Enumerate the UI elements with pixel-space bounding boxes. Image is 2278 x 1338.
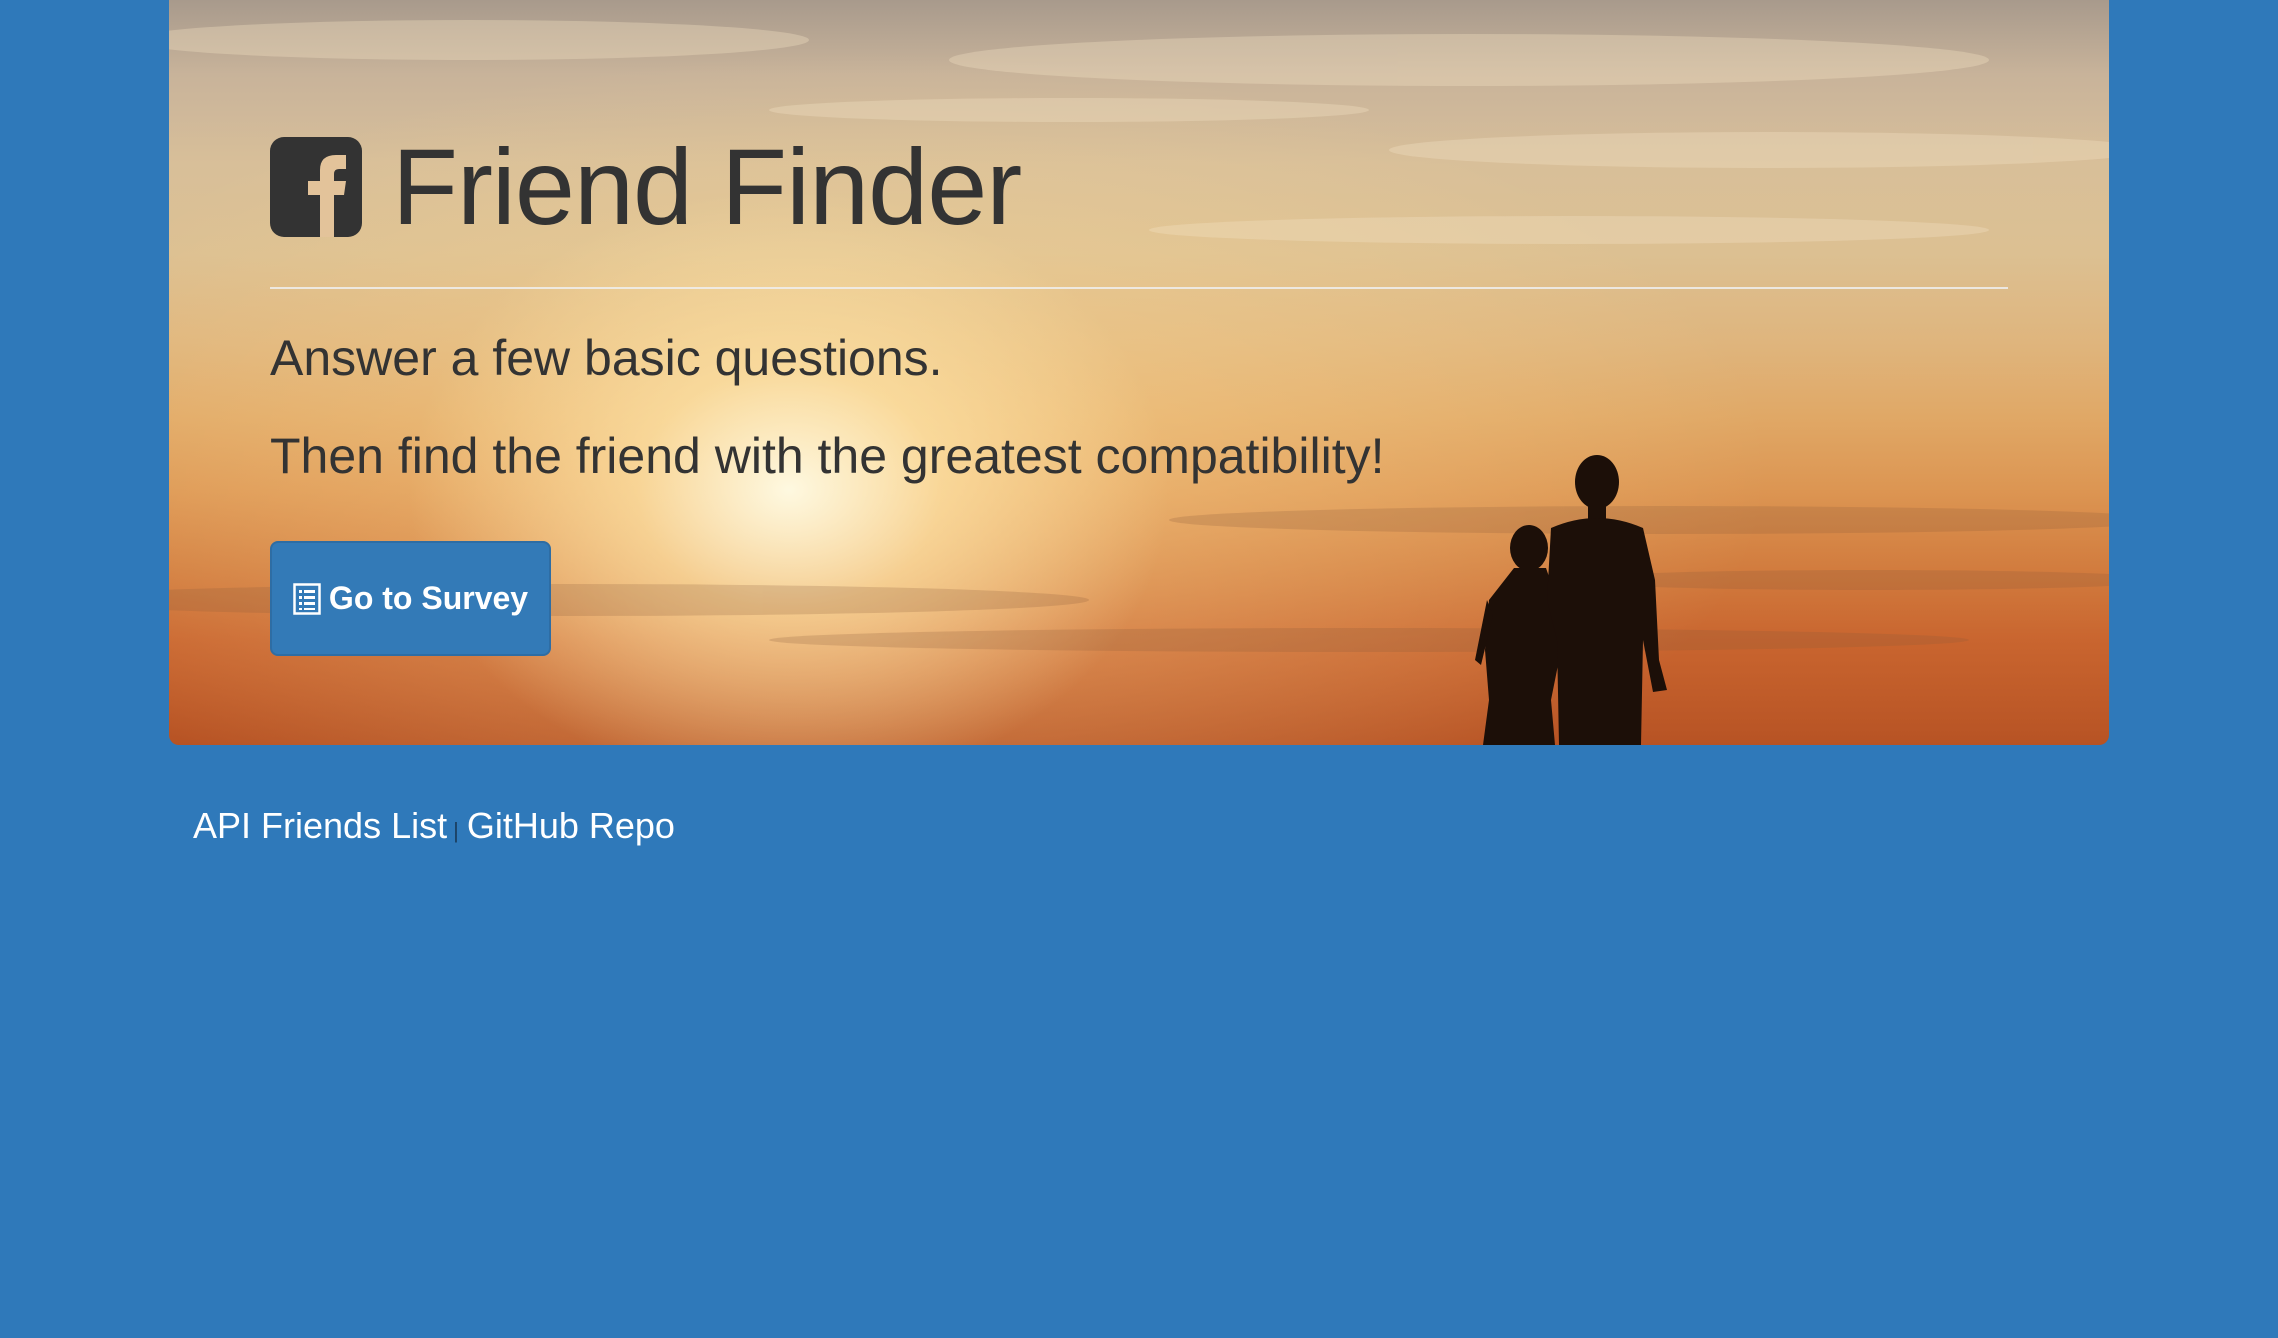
hero-jumbotron: Friend Finder Answer a few basic questio…	[169, 0, 2109, 745]
github-repo-link[interactable]: GitHub Repo	[467, 805, 675, 847]
page-title: Friend Finder	[392, 126, 1022, 247]
list-alt-icon	[293, 582, 321, 615]
api-friends-list-link[interactable]: API Friends List	[193, 805, 447, 847]
page: Friend Finder Answer a few basic questio…	[0, 0, 2278, 1338]
facebook-square-icon	[270, 137, 362, 237]
go-to-survey-label: Go to Survey	[328, 580, 529, 616]
go-to-survey-button[interactable]: Go to Survey	[270, 541, 551, 656]
title-divider	[270, 287, 2008, 289]
lead-line-1: Answer a few basic questions.	[270, 330, 943, 386]
couple-silhouette	[1475, 455, 1667, 745]
footer-links: API Friends List | GitHub Repo	[193, 805, 675, 847]
lead-line-2: Then find the friend with the greatest c…	[270, 428, 1385, 484]
title-row: Friend Finder	[270, 126, 1022, 247]
footer-separator: |	[453, 818, 459, 843]
